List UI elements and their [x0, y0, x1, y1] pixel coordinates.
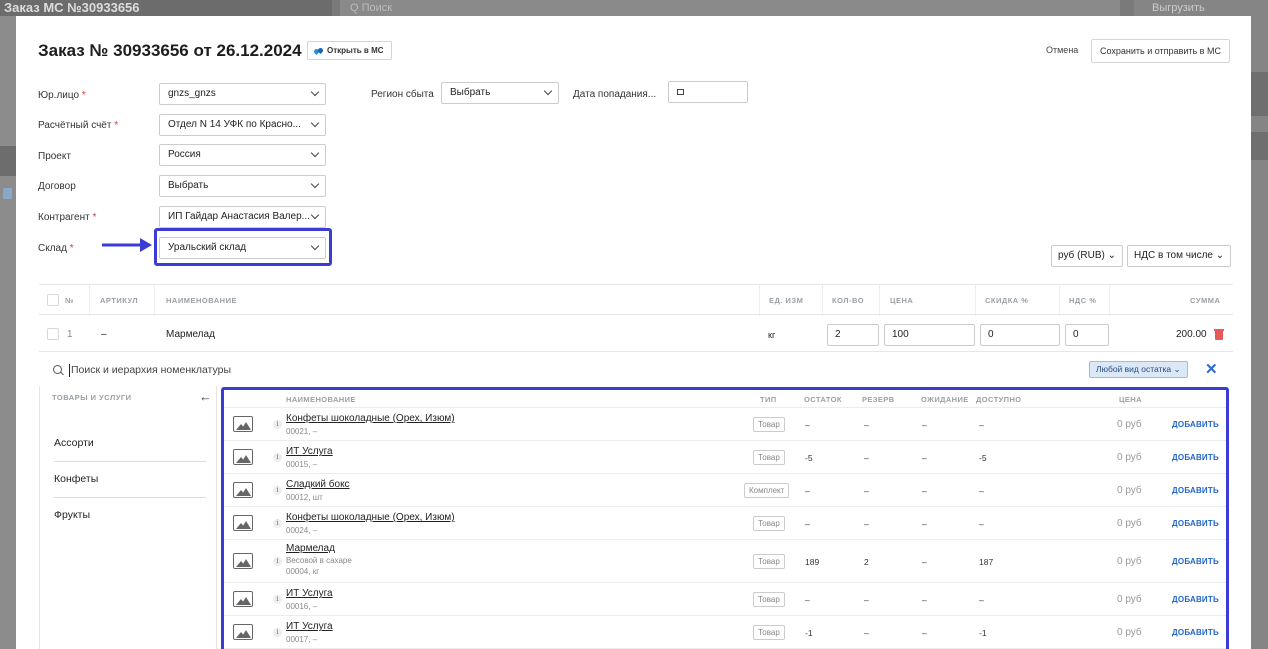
order-table-header: № АРТИКУЛ НАИМЕНОВАНИЕ ЕД. ИЗМ КОЛ-ВО ЦЕ…: [39, 284, 1233, 316]
category-item[interactable]: Конфеты: [54, 473, 98, 485]
product-row: i Конфеты шоколадные (Орех, Изюм) 00021,…: [224, 408, 1226, 441]
document-icon: [3, 188, 12, 199]
counterparty-select[interactable]: ИП Гайдар Анастасия Валер...: [159, 206, 326, 228]
order-modal: Заказ № 30933656 от 26.12.2024 Открыть в…: [16, 16, 1251, 649]
info-icon[interactable]: i: [273, 420, 282, 429]
stock-filter-select[interactable]: Любой вид остатка ⌄: [1089, 361, 1188, 378]
add-button[interactable]: ДОБАВИТЬ: [1172, 453, 1219, 462]
category-item[interactable]: Ассорти: [54, 437, 94, 449]
background-title: Заказ МС №30933656: [0, 0, 332, 16]
contract-label: Договор: [38, 181, 76, 192]
add-button[interactable]: ДОБАВИТЬ: [1172, 519, 1219, 528]
search-caret: [69, 364, 70, 377]
product-name-link[interactable]: ИТ Услуга: [286, 621, 333, 632]
add-button[interactable]: ДОБАВИТЬ: [1172, 628, 1219, 637]
product-row: i ИТ Услуга 00016, – Товар – – – – 0 руб…: [224, 583, 1226, 616]
info-icon[interactable]: i: [273, 486, 282, 495]
vat-input[interactable]: 0: [1065, 324, 1109, 346]
drops-icon: [312, 46, 325, 55]
open-in-ms-button[interactable]: Открыть в МС: [307, 41, 392, 60]
save-and-send-button[interactable]: Сохранить и отправить в МС: [1091, 39, 1230, 63]
product-name-link[interactable]: ИТ Услуга: [286, 446, 333, 457]
search-icon: [53, 365, 62, 374]
qty-input[interactable]: 2: [827, 324, 879, 346]
account-select[interactable]: Отдел N 14 УФК по Красно...: [159, 114, 326, 136]
info-icon[interactable]: i: [273, 628, 282, 637]
add-button[interactable]: ДОБАВИТЬ: [1172, 420, 1219, 429]
back-arrow-icon[interactable]: ←: [199, 389, 212, 404]
discount-input[interactable]: 0: [980, 324, 1060, 346]
currency-select[interactable]: руб (RUB) ⌄: [1051, 245, 1124, 267]
search-input[interactable]: Поиск и иерархия номенклатуры: [71, 364, 231, 376]
chevron-down-icon: [310, 150, 320, 160]
category-panel: ТОВАРЫ И УСЛУГИ ← Ассорти Конфеты Фрукты: [39, 386, 217, 649]
info-icon[interactable]: i: [273, 595, 282, 604]
legal-entity-label: Юр.лицо *: [38, 90, 86, 101]
counterparty-label: Контрагент *: [38, 212, 97, 223]
vat-mode-select[interactable]: НДС в том числе ⌄: [1127, 245, 1232, 267]
product-name-link[interactable]: Конфеты шоколадные (Орех, Изюм): [286, 512, 455, 523]
add-button[interactable]: ДОБАВИТЬ: [1172, 486, 1219, 495]
product-row: i ИТ Услуга 00015, – Товар -5 – – -5 0 р…: [224, 441, 1226, 474]
product-row: i Сладкий бокс 00012, шт Комплект – – – …: [224, 474, 1226, 507]
background-search: Q Поиск: [340, 0, 1120, 16]
calendar-icon: [677, 89, 684, 95]
row-checkbox[interactable]: [47, 328, 59, 340]
product-row: i ИТ Услуга 00017, – Товар -1 – – -1 0 р…: [224, 616, 1226, 649]
annotation-arrow-icon: [102, 238, 152, 252]
page-title: Заказ № 30933656 от 26.12.2024: [38, 41, 302, 60]
order-row: 1 – Мармелад кг 2 100 0 0 200.00: [39, 316, 1233, 352]
cancel-button[interactable]: Отмена: [1046, 45, 1078, 55]
product-list-header: НАИМЕНОВАНИЕ ТИП ОСТАТОК РЕЗЕРВ ОЖИДАНИЕ…: [224, 390, 1226, 408]
add-button[interactable]: ДОБАВИТЬ: [1172, 557, 1219, 566]
region-select[interactable]: Выбрать: [441, 82, 559, 104]
category-item[interactable]: Фрукты: [54, 509, 90, 521]
product-name-link[interactable]: Мармелад: [286, 543, 335, 554]
product-name-link[interactable]: Сладкий бокс: [286, 479, 350, 490]
chevron-down-icon: [543, 88, 553, 98]
image-placeholder-icon: [233, 591, 253, 607]
image-placeholder-icon: [233, 416, 253, 432]
info-icon[interactable]: i: [273, 557, 282, 566]
close-icon[interactable]: ✕: [1205, 360, 1218, 378]
warehouse-highlight: [154, 228, 332, 266]
contract-select[interactable]: Выбрать: [159, 175, 326, 197]
background-right-column: [1251, 16, 1268, 649]
image-placeholder-icon: [233, 624, 253, 640]
info-icon[interactable]: i: [273, 453, 282, 462]
background-left-column: [0, 16, 16, 649]
product-name-link[interactable]: ИТ Услуга: [286, 588, 333, 599]
info-icon[interactable]: i: [273, 519, 282, 528]
trash-icon[interactable]: [1214, 329, 1224, 340]
product-row: i Конфеты шоколадные (Орех, Изюм) 00024,…: [224, 507, 1226, 540]
select-all-checkbox[interactable]: [47, 294, 59, 306]
warehouse-label: Склад *: [38, 243, 74, 254]
product-name-link[interactable]: Конфеты шоколадные (Орех, Изюм): [286, 413, 455, 424]
project-select[interactable]: Россия: [159, 144, 326, 166]
legal-entity-select[interactable]: gnzs_gnzs: [159, 83, 326, 105]
region-label: Регион сбыта: [371, 89, 434, 100]
image-placeholder-icon: [233, 515, 253, 531]
product-row: i Мармелад Весовой в сахаре 00004, кг То…: [224, 540, 1226, 583]
chevron-down-icon: [310, 212, 320, 222]
project-label: Проект: [38, 151, 71, 162]
account-label: Расчётный счёт *: [38, 120, 119, 131]
image-placeholder-icon: [233, 482, 253, 498]
add-button[interactable]: ДОБАВИТЬ: [1172, 595, 1219, 604]
price-input[interactable]: 100: [884, 324, 975, 346]
date-label: Дата попадания...: [573, 89, 657, 100]
row-sum: 200.00: [1176, 329, 1207, 340]
product-list: НАИМЕНОВАНИЕ ТИП ОСТАТОК РЕЗЕРВ ОЖИДАНИЕ…: [221, 387, 1229, 649]
background-action-button: Выгрузить: [1134, 0, 1268, 16]
chevron-down-icon: [310, 89, 320, 99]
image-placeholder-icon: [233, 553, 253, 569]
chevron-down-icon: [310, 120, 320, 130]
chevron-down-icon: [310, 181, 320, 191]
date-input[interactable]: [668, 81, 748, 103]
image-placeholder-icon: [233, 449, 253, 465]
